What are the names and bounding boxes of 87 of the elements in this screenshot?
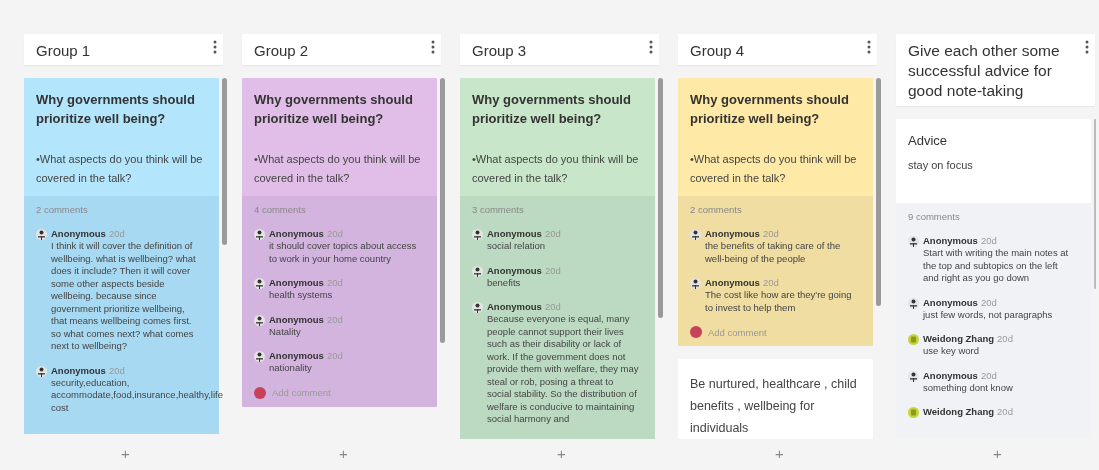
card-text: •What aspects do you think will be covered in the talk? (36, 152, 204, 186)
column-title: Group 4 (690, 41, 745, 60)
add-post-button[interactable]: + (549, 443, 574, 464)
scrollbar-thumb[interactable] (440, 78, 445, 343)
comment-author: Anonymous (487, 264, 542, 276)
comment-text: the benefits of taking care of the well-being of the people (705, 240, 842, 265)
comment-text: benefits (487, 276, 522, 289)
avatar-icon (254, 386, 266, 399)
comment-text: health systems (269, 289, 334, 302)
card-title: Why governments should prioritize well being? (690, 91, 850, 128)
column-title: Group 3 (472, 41, 527, 60)
comment-time: 20d (326, 313, 343, 325)
comment-count: 3 comments (472, 204, 525, 215)
comment-text: Natality (269, 325, 302, 338)
card-text: •What aspects do you think will be covered in the talk? (690, 152, 858, 186)
comment-author: Anonymous (923, 369, 978, 381)
column-title: Group 1 (36, 41, 91, 60)
comment-author: Anonymous (51, 364, 106, 376)
comment-time: 20d (980, 369, 997, 381)
comment-text: I think it will cover the definition of wellbeing. what is wellbeing? what does it include? Then it will cover some other aspects beside wellbeing. because since government prioritize wellbeing, that means wellbeing comes first. so what comes next? what comes next to wellbeing? (51, 240, 197, 353)
card-text: •What aspects do you think will be covered in the talk? (254, 152, 422, 186)
comment-time: 20d (326, 350, 343, 361)
comment-time: 20d (544, 301, 561, 312)
card-text: •What aspects do you think will be covered in the talk? (472, 152, 640, 186)
comment-author: Anonymous (705, 277, 760, 288)
comment-time: 20d (544, 228, 561, 239)
comment-text: Start with writing the main notes at the top and subtopics on the left and right as you go down (923, 247, 1070, 285)
comment-count: 4 comments (254, 204, 307, 215)
scrollbar-thumb[interactable] (876, 78, 881, 306)
add-post-button[interactable]: + (767, 443, 792, 464)
comment-text: Because everyone is equal, many people cannot support their lives such as their disability or lack of work. If the government does not provide them with welfare, they may steal or rob, posing a threat to social stability. So the distribution of welfare is conducive to maintaining social harmony and (487, 313, 639, 426)
comment-time: 20d (326, 228, 343, 239)
comment-author: Anonymous (269, 277, 324, 288)
comment-time: 20d (326, 277, 343, 288)
comment-count: 2 comments (36, 204, 89, 215)
card-text: stay on focus (908, 158, 974, 173)
comment-text: just few words, not paragraphs (923, 308, 1053, 321)
card-title: Advice (908, 132, 949, 150)
column-title: Give each other some successful advice for good note-taking (908, 41, 1061, 101)
comment-text: it should cover topics about access to work in your home country (269, 240, 418, 265)
comment-text: security,education, accommodate,food,insurance,healthy,life cost (51, 376, 223, 414)
comment-text: social relation (487, 240, 547, 253)
comment-time: 20d (762, 228, 779, 239)
comment-author: Anonymous (269, 228, 324, 239)
comment-author: Anonymous (51, 228, 106, 239)
comment-author: Anonymous (923, 296, 978, 308)
card-text: Be nurtured, healthcare , child benefits , wellbeing for individuals (690, 376, 858, 437)
comment-time: 20d (108, 364, 125, 376)
comment-text: The cost like how are they're going to invest to help them (705, 289, 853, 314)
comment-author: Weidong Zhang (923, 333, 995, 344)
comment-count: 2 comments (690, 204, 743, 215)
comment-time: 20d (108, 228, 125, 239)
scrollbar-thumb[interactable] (658, 78, 663, 318)
comment-time: 20d (762, 277, 779, 288)
add-comment-field[interactable]: Add comment (272, 387, 392, 398)
comment-text: something dont know (923, 381, 1013, 394)
avatar-icon (690, 326, 702, 338)
more-icon (649, 40, 653, 54)
add-post-button[interactable]: + (331, 443, 356, 464)
more-icon (213, 40, 217, 54)
more-icon (867, 40, 871, 54)
comment-time: 20d (980, 296, 997, 308)
comment-count: 9 comments (908, 211, 961, 222)
comment-author: Anonymous (923, 235, 978, 246)
card-title: Why governments should prioritize well being? (472, 91, 632, 128)
comment-time: 20d (997, 406, 1013, 417)
comment-author: Anonymous (705, 228, 760, 239)
comment-time: 20d (544, 264, 561, 276)
column-title: Group 2 (254, 41, 309, 60)
add-comment-field[interactable]: Add comment (708, 326, 828, 338)
comment-text: nationality (269, 362, 313, 375)
comment-time: 20d (997, 333, 1013, 344)
card-title: Why governments should prioritize well being? (36, 91, 196, 128)
comment-author: Anonymous (487, 301, 542, 312)
scrollbar-thumb[interactable] (1094, 119, 1096, 289)
comment-author: Anonymous (269, 313, 324, 325)
add-post-button[interactable]: + (985, 443, 1010, 464)
comment-author: Weidong Zhang (923, 406, 995, 417)
add-post-button[interactable]: + (113, 443, 138, 464)
more-icon (1085, 40, 1089, 54)
comment-text: use key word (923, 345, 980, 358)
comment-author: Anonymous (269, 350, 324, 361)
scrollbar-thumb[interactable] (222, 78, 227, 245)
card-title: Why governments should prioritize well being? (254, 91, 414, 128)
more-icon (431, 40, 435, 54)
comment-time: 20d (980, 235, 997, 246)
comment-author: Anonymous (487, 228, 542, 239)
